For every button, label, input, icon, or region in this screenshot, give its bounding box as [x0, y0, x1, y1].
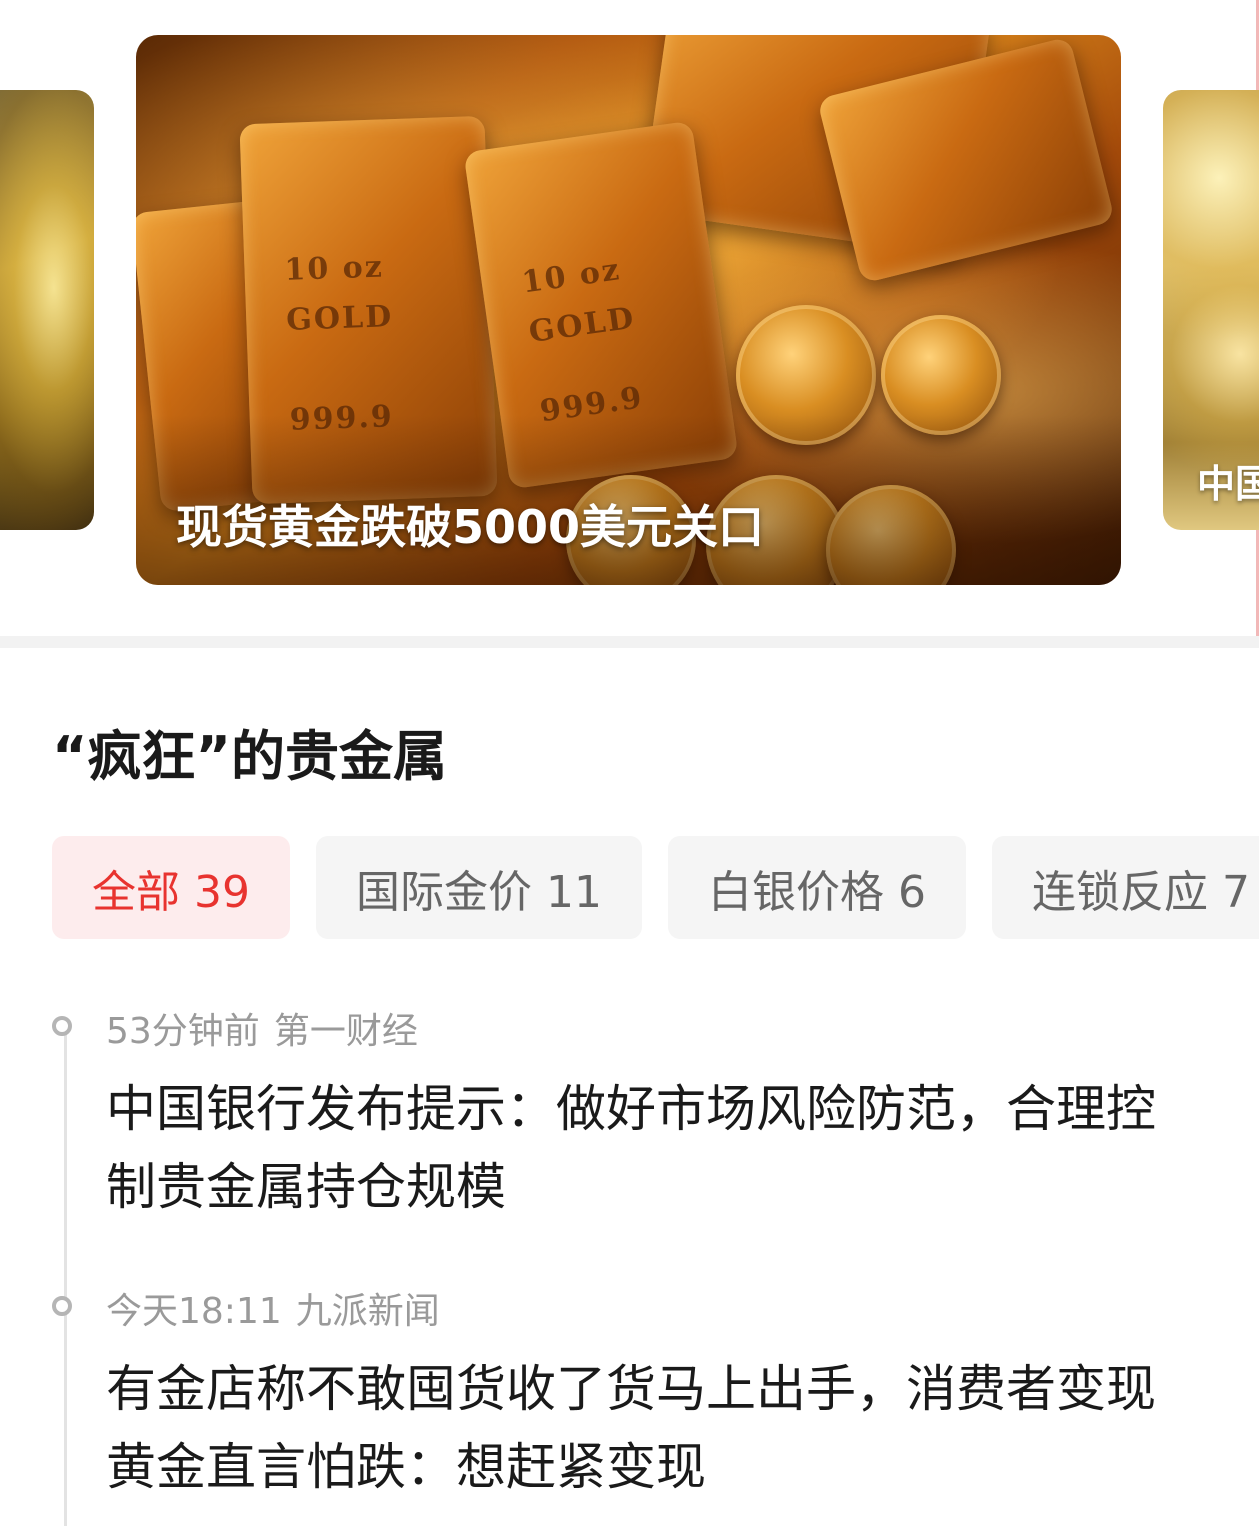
slide-title-next: 中国 [1197, 462, 1259, 506]
section-divider [0, 636, 1259, 648]
news-headline[interactable]: 有金店称不敢囤货收了货马上出手，消费者变现黄金直言怕跌：想赶紧变现 [106, 1350, 1186, 1506]
news-meta: 今天18:11 九派新闻 [106, 1282, 440, 1334]
news-source: 九派新闻 [295, 1291, 440, 1332]
news-headline[interactable]: 中国银行发布提示：做好市场风险防范，合理控制贵金属持仓规模 [106, 1070, 1186, 1226]
news-time: 今天18:11 [106, 1291, 282, 1332]
slide-title: 现货黄金跌破5000美元关口 [176, 500, 765, 554]
news-meta: 53分钟前 第一财经 [106, 1002, 418, 1054]
bar-stamp-gold: GOLD [526, 300, 638, 351]
carousel-slide-next[interactable]: 中国 [1163, 90, 1259, 530]
tab-all[interactable]: 全部 39 [52, 836, 290, 939]
tab-chain-reaction[interactable]: 连锁反应 7 [991, 836, 1259, 939]
bar-stamp-gold: GOLD [285, 299, 394, 338]
filter-tabs: 全部 39 国际金价 11 白银价格 6 连锁反应 7 [52, 836, 1259, 939]
timeline-dot-icon [52, 1016, 72, 1036]
bar-stamp-weight: 10 oz [519, 252, 623, 301]
timeline-dot-icon [52, 1296, 72, 1316]
news-item[interactable]: 今天18:11 九派新闻 有金店称不敢囤货收了货马上出手，消费者变现黄金直言怕跌：… [52, 1290, 1172, 1520]
bar-stamp-weight: 10 oz [283, 249, 385, 288]
page: 10 oz GOLD 999.9 10 oz GOLD 999.9 现货黄金跌破… [0, 0, 1259, 1526]
carousel-slide-previous[interactable] [0, 90, 94, 530]
tab-international-gold-price[interactable]: 国际金价 11 [315, 836, 642, 939]
tab-silver-price[interactable]: 白银价格 6 [667, 836, 966, 939]
news-time: 53分钟前 [106, 1011, 260, 1052]
news-source: 第一财经 [273, 1011, 418, 1052]
carousel-slide-current[interactable]: 10 oz GOLD 999.9 10 oz GOLD 999.9 现货黄金跌破… [136, 35, 1121, 585]
image-carousel[interactable]: 10 oz GOLD 999.9 10 oz GOLD 999.9 现货黄金跌破… [0, 0, 1259, 636]
carousel-card: 10 oz GOLD 999.9 10 oz GOLD 999.9 现货黄金跌破… [0, 0, 1259, 636]
news-item[interactable]: 53分钟前 第一财经 中国银行发布提示：做好市场风险防范，合理控制贵金属持仓规模 [52, 1010, 1172, 1240]
section-title: “疯狂”的贵金属 [52, 725, 447, 788]
